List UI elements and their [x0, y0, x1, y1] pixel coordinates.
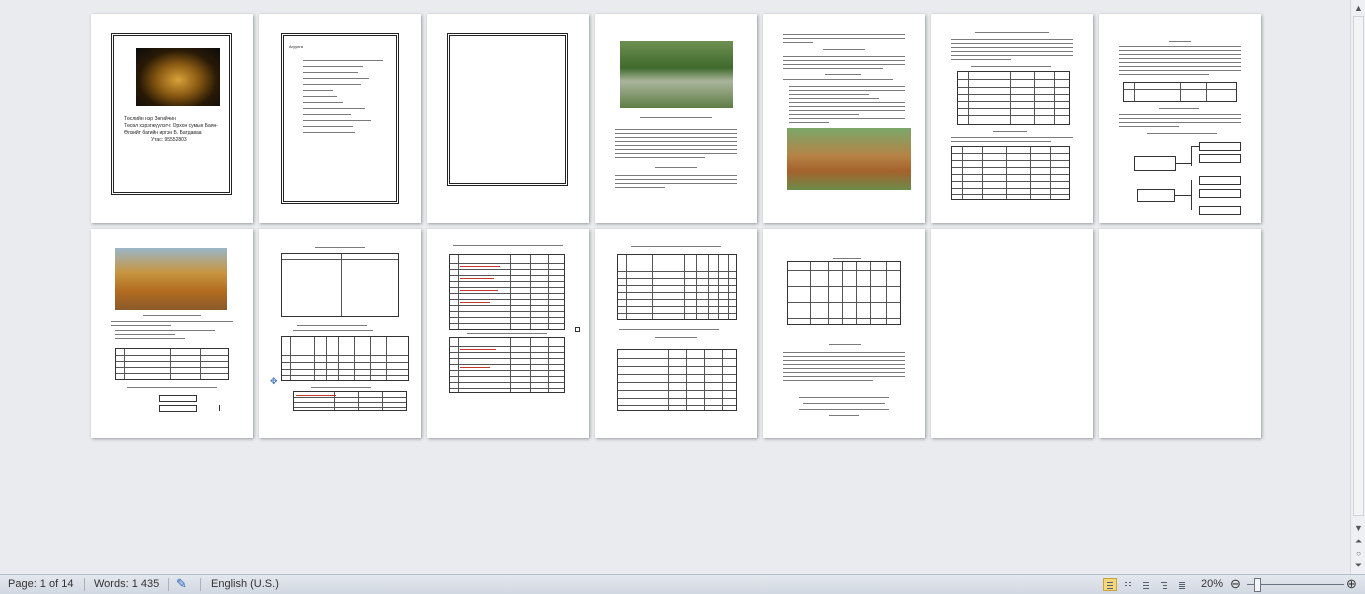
- table: [787, 261, 901, 325]
- page-5[interactable]: [763, 14, 925, 223]
- diagram-box: [159, 405, 197, 412]
- scroll-up-icon[interactable]: ▲: [1353, 3, 1364, 14]
- full-screen-reading-view-icon[interactable]: [1121, 578, 1135, 591]
- table: [449, 254, 565, 330]
- page-count[interactable]: Page: 1 of 14: [8, 578, 73, 590]
- word-count[interactable]: Words: 1 435: [94, 578, 159, 590]
- toc-border: [281, 33, 399, 204]
- resize-handle[interactable]: [575, 327, 580, 332]
- scroll-thumb[interactable]: [1353, 16, 1364, 516]
- table: [951, 146, 1070, 200]
- draft-view-icon[interactable]: [1175, 578, 1189, 591]
- language-indicator[interactable]: English (U.S.): [211, 578, 279, 590]
- table: [115, 348, 229, 380]
- status-bar: Page: 1 of 14 Words: 1 435 ✎ English (U.…: [0, 574, 1365, 594]
- org-box: [1199, 189, 1241, 198]
- table-move-handle-icon[interactable]: ✥: [270, 377, 278, 386]
- document-area[interactable]: Төслийн нэр Зөгийчин Төсөл хэрэгжүүлэгч:…: [0, 0, 1350, 574]
- outline-view-icon[interactable]: [1157, 578, 1171, 591]
- honey-photo: [115, 248, 227, 310]
- next-page-icon[interactable]: ⏷: [1353, 560, 1364, 571]
- cover-line-3: Өлзийт багийн иргэн Б. Батдаваа: [124, 130, 202, 136]
- proofing-check-icon[interactable]: ✎: [176, 576, 187, 592]
- page-13[interactable]: [931, 229, 1093, 438]
- vertical-scrollbar[interactable]: ▲ ▼ ⏶ ○ ⏷: [1350, 0, 1365, 574]
- table: [293, 391, 407, 411]
- page-12[interactable]: [763, 229, 925, 438]
- cover-line-4: Утас: 95552803: [151, 137, 187, 143]
- table: [1123, 82, 1237, 102]
- page-14[interactable]: [1099, 229, 1261, 438]
- web-layout-view-icon[interactable]: [1139, 578, 1153, 591]
- toc-title: Агуулга: [289, 44, 303, 49]
- page-3[interactable]: [427, 14, 589, 223]
- org-box: [1199, 142, 1241, 151]
- zoom-level[interactable]: 20%: [1201, 578, 1223, 590]
- page-1[interactable]: Төслийн нэр Зөгийчин Төсөл хэрэгжүүлэгч:…: [91, 14, 253, 223]
- table: [281, 253, 399, 317]
- page-10[interactable]: [427, 229, 589, 438]
- zoom-slider-track[interactable]: [1247, 584, 1344, 585]
- diagram-box: [159, 395, 197, 402]
- page-4[interactable]: [595, 14, 757, 223]
- previous-page-icon[interactable]: ⏶: [1353, 536, 1364, 547]
- zoom-out-icon[interactable]: ⊖: [1230, 576, 1241, 592]
- table: [281, 336, 409, 381]
- org-box: [1199, 206, 1241, 215]
- page-8[interactable]: [91, 229, 253, 438]
- print-layout-view-icon[interactable]: [1103, 578, 1117, 591]
- page-6[interactable]: [931, 14, 1093, 223]
- zoom-in-icon[interactable]: ⊕: [1346, 576, 1357, 592]
- page-7[interactable]: [1099, 14, 1261, 223]
- table: [957, 71, 1070, 125]
- page-2[interactable]: Агуулга: [259, 14, 421, 223]
- cover-line-2: Төсөл хэрэгжүүлэгч: Орхон сумын Баян-: [124, 123, 218, 129]
- table: [617, 349, 737, 411]
- org-box: [1137, 189, 1175, 202]
- table: [617, 254, 737, 320]
- page-border: [447, 33, 568, 186]
- scroll-down-icon[interactable]: ▼: [1353, 523, 1364, 534]
- beehives-photo: [787, 128, 911, 190]
- zoom-slider-thumb[interactable]: [1254, 578, 1261, 592]
- table: [449, 337, 565, 393]
- cover-line-1: Төслийн нэр Зөгийчин: [124, 116, 176, 122]
- page-11[interactable]: [595, 229, 757, 438]
- org-box: [1134, 156, 1176, 171]
- browse-object-icon[interactable]: ○: [1353, 548, 1364, 559]
- org-box: [1199, 176, 1241, 185]
- org-box: [1199, 154, 1241, 163]
- page-9[interactable]: ✥: [259, 229, 421, 438]
- apiary-photo: [620, 41, 733, 108]
- wasp-photo: [136, 48, 220, 106]
